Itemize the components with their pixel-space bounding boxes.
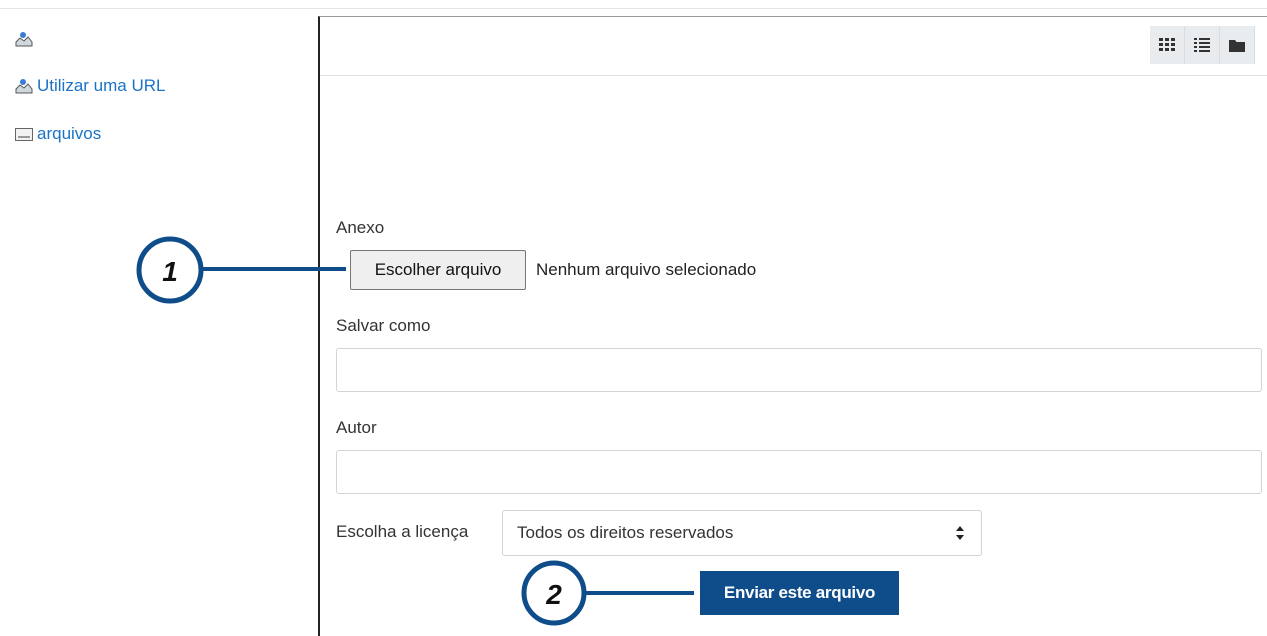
- callout-2: 2: [521, 560, 694, 626]
- callout-1-number: 1: [162, 256, 178, 287]
- callout-1: 1: [136, 236, 346, 304]
- callout-2-number: 2: [545, 579, 562, 610]
- callout-annotations: 1 2: [136, 236, 694, 626]
